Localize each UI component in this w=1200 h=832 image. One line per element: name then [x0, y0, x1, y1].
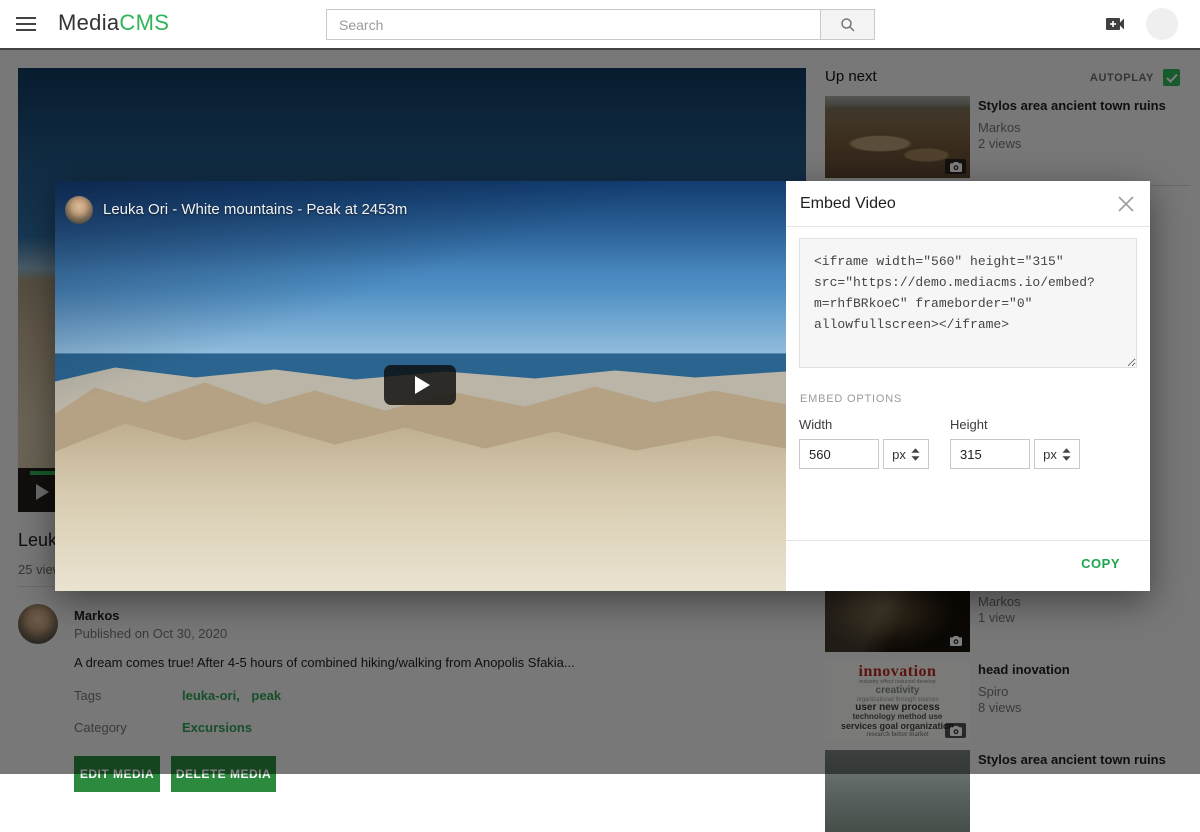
user-avatar[interactable]	[1146, 8, 1178, 40]
logo-text-media: Media	[58, 10, 119, 35]
search-bar	[326, 9, 875, 40]
app-header: MediaCMS	[0, 0, 1200, 48]
unfold-arrows-icon	[911, 448, 920, 461]
embed-code-textarea[interactable]: <iframe width="560" height="315" src="ht…	[799, 238, 1137, 368]
play-button[interactable]	[384, 365, 456, 405]
app-logo[interactable]: MediaCMS	[58, 10, 169, 36]
embed-options-panel: Embed Video <iframe width="560" height="…	[786, 181, 1150, 591]
embed-preview-player[interactable]: Leuka Ori - White mountains - Peak at 24…	[55, 181, 786, 591]
play-icon	[415, 376, 430, 394]
logo-text-cms: CMS	[119, 10, 169, 35]
embed-video-modal: Leuka Ori - White mountains - Peak at 24…	[55, 181, 1150, 591]
width-unit-value: px	[892, 447, 906, 462]
height-field-group: px	[950, 439, 1080, 469]
preview-author-avatar[interactable]	[65, 196, 93, 224]
search-button[interactable]	[820, 9, 875, 40]
close-icon	[1117, 195, 1135, 213]
height-label: Height	[950, 417, 988, 432]
modal-header: Embed Video	[786, 181, 1150, 227]
height-input[interactable]	[950, 439, 1030, 469]
modal-title: Embed Video	[800, 195, 896, 213]
video-upload-icon	[1103, 12, 1127, 36]
width-field-group: px	[799, 439, 929, 469]
preview-video-title: Leuka Ori - White mountains - Peak at 24…	[103, 201, 407, 218]
height-unit-select[interactable]: px	[1034, 439, 1080, 469]
modal-footer: COPY	[786, 540, 1150, 591]
width-unit-select[interactable]: px	[883, 439, 929, 469]
height-unit-value: px	[1043, 447, 1057, 462]
width-input[interactable]	[799, 439, 879, 469]
unfold-arrows-icon	[1062, 448, 1071, 461]
search-input[interactable]	[326, 9, 820, 40]
close-button[interactable]	[1114, 193, 1138, 217]
upload-media-button[interactable]	[1102, 12, 1128, 36]
menu-icon[interactable]	[16, 13, 40, 35]
embed-options-label: EMBED OPTIONS	[800, 393, 902, 405]
copy-button[interactable]: COPY	[1081, 556, 1120, 571]
width-label: Width	[799, 417, 832, 432]
search-icon	[839, 16, 857, 34]
